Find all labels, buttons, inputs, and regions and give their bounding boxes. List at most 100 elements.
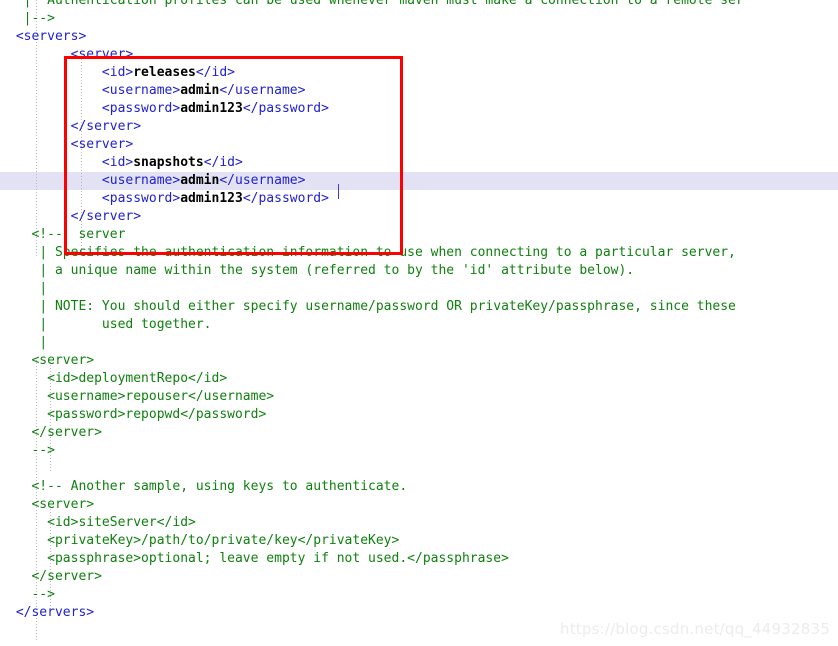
token-comment: <passphrase>optional; leave empty if not… [47, 551, 509, 566]
code-line[interactable]: <password>repopwd</password> [0, 406, 838, 424]
token-txt: admin [180, 83, 220, 98]
token-comment: --> [31, 587, 55, 602]
code-line-text: </server> [8, 209, 141, 224]
code-line[interactable]: <!-- Another sample, using keys to authe… [0, 478, 838, 496]
code-line[interactable]: <server> [0, 496, 838, 514]
code-line[interactable]: <password>admin123</password> [0, 100, 838, 118]
code-line[interactable]: <username>admin</username> [0, 82, 838, 100]
token-comment: <server> [31, 353, 95, 368]
code-line-text: <username>admin</username> [8, 83, 306, 98]
code-line-text: |--> [8, 11, 55, 26]
code-line[interactable]: --> [0, 586, 838, 604]
token-tag: <id> [101, 155, 134, 170]
code-line-text: </server> [8, 425, 102, 440]
code-line[interactable]: | a unique name within the system (refer… [0, 262, 838, 280]
token-tag: </id> [195, 65, 235, 80]
code-line[interactable]: | NOTE: You should either specify userna… [0, 298, 838, 316]
token-comment: <id>deploymentRepo</id> [47, 371, 228, 386]
code-line[interactable] [0, 460, 838, 478]
code-line[interactable]: --> [0, 442, 838, 460]
code-line[interactable]: <username>admin</username> [0, 172, 838, 190]
code-line[interactable]: <privateKey>/path/to/private/key</privat… [0, 532, 838, 550]
code-content[interactable]: | Authentication profiles can be used wh… [0, 0, 838, 622]
token-tag: </server> [70, 119, 142, 134]
code-line[interactable]: |--> [0, 10, 838, 28]
token-comment: <id>siteServer</id> [47, 515, 196, 530]
text-caret [338, 184, 339, 199]
code-line[interactable]: | Authentication profiles can be used wh… [0, 0, 838, 10]
code-line[interactable]: <server> [0, 136, 838, 154]
token-tag: </servers> [15, 605, 95, 620]
code-line-text: <passphrase>optional; leave empty if not… [8, 551, 509, 566]
code-line-text: <servers> [8, 29, 86, 44]
code-line[interactable]: | Specifies the authentication informati… [0, 244, 838, 262]
token-comment: | Authentication profiles can be used wh… [23, 0, 744, 8]
code-line-text: <!-- Another sample, using keys to authe… [8, 479, 407, 494]
code-line-text: --> [8, 587, 55, 602]
token-comment: <privateKey>/path/to/private/key</privat… [47, 533, 400, 548]
token-comment: <server> [31, 497, 95, 512]
code-line[interactable]: <servers> [0, 28, 838, 46]
token-comment: </server> [31, 425, 102, 440]
code-line[interactable]: <server> [0, 46, 838, 64]
token-comment: </server> [31, 569, 102, 584]
token-comment: | a unique name within the system (refer… [39, 263, 635, 278]
code-line[interactable]: <id>siteServer</id> [0, 514, 838, 532]
code-line[interactable]: </server> [0, 208, 838, 226]
token-txt: releases [133, 65, 196, 80]
token-tag: </password> [242, 101, 329, 116]
code-line-text: <server> [8, 353, 94, 368]
token-comment: --> [31, 443, 55, 458]
code-line[interactable]: </server> [0, 118, 838, 136]
token-comment: | [39, 335, 48, 350]
code-line-text: <!-- server [8, 227, 125, 242]
code-line-text: --> [8, 443, 55, 458]
code-line-text: <server> [8, 497, 94, 512]
code-line[interactable]: <server> [0, 352, 838, 370]
token-tag: </username> [219, 83, 306, 98]
code-line[interactable]: <id>deploymentRepo</id> [0, 370, 838, 388]
code-line[interactable]: <username>repouser</username> [0, 388, 838, 406]
code-line[interactable]: <id>snapshots</id> [0, 154, 838, 172]
code-line[interactable]: | [0, 280, 838, 298]
token-tag: <username> [101, 83, 181, 98]
code-line[interactable]: | used together. [0, 316, 838, 334]
token-txt: admin [180, 173, 220, 188]
token-comment: | NOTE: You should either specify userna… [39, 299, 736, 314]
watermark-text: https://blog.csdn.net/qq_44932835 [560, 620, 830, 638]
token-tag: <server> [70, 47, 134, 62]
code-line[interactable]: <!-- server [0, 226, 838, 244]
code-editor[interactable]: | Authentication profiles can be used wh… [0, 0, 838, 646]
code-line-text: | Specifies the authentication informati… [8, 245, 736, 260]
token-tag: <id> [101, 65, 134, 80]
token-comment: |--> [23, 11, 55, 26]
code-line[interactable]: </server> [0, 424, 838, 442]
token-comment: | Specifies the authentication informati… [39, 245, 736, 260]
token-txt: snapshots [133, 155, 204, 170]
code-line[interactable]: <password>admin123</password> [0, 190, 838, 208]
code-line[interactable]: | [0, 334, 838, 352]
token-comment: <password>repopwd</password> [47, 407, 267, 422]
code-line[interactable]: <passphrase>optional; leave empty if not… [0, 550, 838, 568]
code-line[interactable]: </server> [0, 568, 838, 586]
code-line-text: <privateKey>/path/to/private/key</privat… [8, 533, 399, 548]
code-line[interactable]: <id>releases</id> [0, 64, 838, 82]
token-txt: admin123 [180, 191, 243, 206]
code-line-text: <server> [8, 47, 134, 62]
